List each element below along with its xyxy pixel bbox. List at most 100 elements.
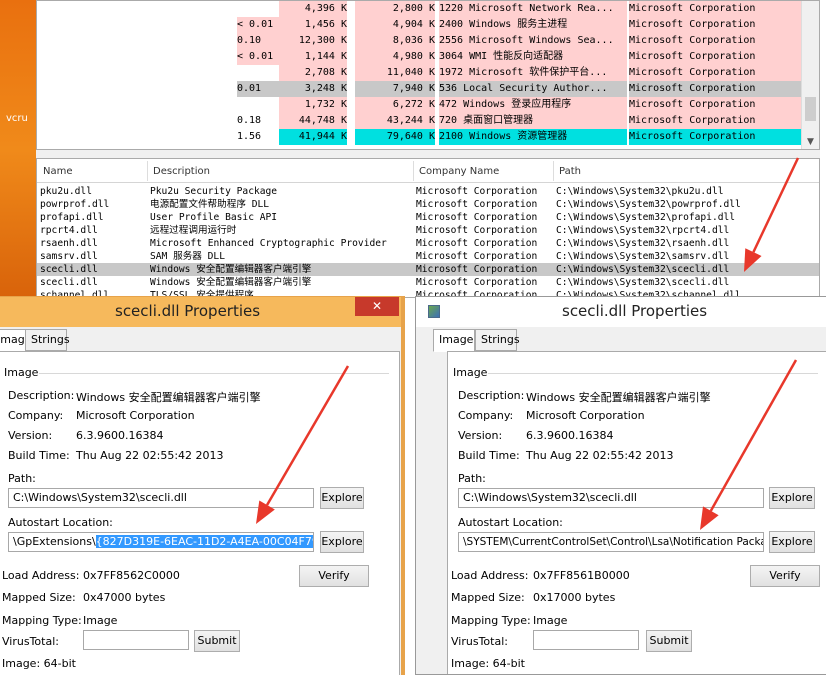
process-company: Microsoft Corporation [629,65,801,81]
column-header-name[interactable]: Name [43,166,73,177]
dll-row[interactable]: pku2u.dll Pku2u Security Package Microsoft… [37,185,819,198]
scrollbar-thumb[interactable] [805,97,816,121]
path-field[interactable]: C:\Windows\System32\scecli.dll [458,488,764,508]
process-row[interactable]: WmiApSrv.exe< 0.011,144 K4,980 K3064 WMI… [37,49,801,65]
column-header-path[interactable]: Path [559,166,581,177]
dll-company: Microsoft Corporation [416,251,538,262]
autostart-label: Autostart Location: [458,516,563,529]
dll-row[interactable]: scecli.dll Windows 安全配置编辑器客户端引擎 Microsoft … [37,276,819,289]
pane-splitter[interactable] [36,150,820,158]
process-row[interactable]: lsass.exe0.013,248 K7,940 K536 Local Sec… [37,81,801,97]
process-row[interactable]: sppsvc.exe2,708 K11,040 K1972 Microsoft … [37,65,801,81]
submit-button[interactable]: Submit [646,630,692,652]
column-header-description[interactable]: Description [153,166,210,177]
description-value: Windows 安全配置编辑器客户端引擎 [76,391,261,404]
process-working-set: 2,800 K [355,1,435,17]
properties-dialog-right: scecli.dll Properties Image Strings Imag… [415,296,826,675]
virustotal-field[interactable] [83,630,189,650]
description-label: Description: [8,389,75,402]
process-row[interactable]: SearchIndexer.exe0.1012,300 K8,036 K2556… [37,33,801,49]
dll-row[interactable]: powrprof.dll 电源配置文件帮助程序 DLL Microsoft Corp… [37,198,819,211]
autostart-field[interactable]: \SYSTEM\CurrentControlSet\Control\Lsa\No… [458,532,764,552]
column-header-company[interactable]: Company Name [419,166,499,177]
app-icon [428,305,440,318]
virustotal-label: VirusTotal: [2,635,59,648]
load-address-value: 0x7FF8561B0000 [533,569,630,582]
process-working-set: 43,244 K [355,113,435,129]
autostart-label: Autostart Location: [8,516,113,529]
explore-path-button[interactable]: Explore [769,487,815,509]
scroll-down-icon[interactable]: ▼ [807,137,814,147]
version-value: 6.3.9600.16384 [526,429,614,442]
dll-row[interactable]: samsrv.dll SAM 服务器 DLL Microsoft Corporati… [37,250,819,263]
process-pid-description: 2400 Windows 服务主进程 [439,17,627,33]
desktop-background [0,0,36,300]
process-working-set: 4,980 K [355,49,435,65]
verify-button[interactable]: Verify [299,565,369,587]
tab-strings[interactable]: Strings [475,329,520,351]
process-private-bytes: 1,456 K [279,17,347,33]
process-company: Microsoft Corporation [629,81,801,97]
tab-image[interactable]: Image [433,329,475,352]
dll-name: scecli.dll [40,264,98,275]
company-label: Company: [8,409,64,422]
process-row[interactable]: dwm.exe0.1844,748 K43,244 K720 桌面窗口管理器Mi… [37,113,801,129]
process-row[interactable]: NisSrv.exe4,396 K2,800 K1220 Microsoft N… [37,1,801,17]
dll-list-panel: Name Description Company Name Path pku2u… [36,158,820,298]
dll-path: C:\Windows\System32\rpcrt4.dll [556,225,730,236]
process-pid-description: 1220 Microsoft Network Rea... [439,1,627,17]
tab-strings[interactable]: Strings [25,329,70,351]
virustotal-field[interactable] [533,630,639,650]
autostart-field[interactable]: \GpExtensions\{827D319E-6EAC-11D2-A4EA-0… [8,532,314,552]
process-row[interactable]: −winlogon.exe1,732 K6,272 K472 Windows 登… [37,97,801,113]
dll-company: Microsoft Corporation [416,199,538,210]
close-button[interactable]: ✕ [355,297,399,316]
verify-button[interactable]: Verify [750,565,820,587]
dll-row[interactable]: scecli.dll Windows 安全配置编辑器客户端引擎 Microsoft … [37,263,819,276]
process-working-set: 11,040 K [355,65,435,81]
explore-autostart-button[interactable]: Explore [769,531,815,553]
dll-description: SAM 服务器 DLL [150,251,225,262]
explore-autostart-button[interactable]: Explore [320,531,364,553]
mapping-type-value: Image [533,614,568,627]
dll-row[interactable]: rpcrt4.dll 远程过程调用运行时 Microsoft Corporation… [37,224,819,237]
explore-path-button[interactable]: Explore [320,487,364,509]
version-label: Version: [8,429,53,442]
process-cpu: < 0.01 [237,17,279,33]
process-cpu: 1.56 [237,129,279,145]
process-cpu: 0.01 [237,81,279,97]
dll-row[interactable]: rsaenh.dll Microsoft Enhanced Cryptograph… [37,237,819,250]
mapped-size-value: 0x47000 bytes [83,591,166,604]
dialog-titlebar[interactable]: scecli.dll Properties ✕ [0,297,401,327]
company-value: Microsoft Corporation [76,409,195,422]
version-label: Version: [458,429,503,442]
process-private-bytes: 1,144 K [279,49,347,65]
process-pid-description: 1972 Microsoft 软件保护平台... [439,65,627,81]
process-company: Microsoft Corporation [629,17,801,33]
mapped-size-label: Mapped Size: [2,591,76,604]
mapping-type-label: Mapping Type: [2,614,82,627]
autostart-prefix: \GpExtensions\ [13,535,96,548]
build-time-label: Build Time: [8,449,70,462]
dll-company: Microsoft Corporation [416,186,538,197]
process-scrollbar[interactable]: ▼ [801,1,819,149]
load-address-label: Load Address: [451,569,529,582]
company-value: Microsoft Corporation [526,409,645,422]
image-bits-label: Image: 64-bit [451,657,525,670]
submit-button[interactable]: Submit [194,630,240,652]
dll-row[interactable]: profapi.dll User Profile Basic API Microso… [37,211,819,224]
dialog-title: scecli.dll Properties [562,302,708,320]
path-label: Path: [458,472,486,485]
process-row[interactable]: svchost.exe< 0.011,456 K4,904 K2400 Wind… [37,17,801,33]
process-row[interactable]: −explorer.exe1.5641,944 K79,640 K2100 Wi… [37,129,801,145]
version-value: 6.3.9600.16384 [76,429,164,442]
process-private-bytes: 12,300 K [279,33,347,49]
image-group-title: Image [453,366,488,379]
dll-path: C:\Windows\System32\samsrv.dll [556,251,730,262]
process-company: Microsoft Corporation [629,129,801,145]
dialog-titlebar[interactable]: scecli.dll Properties [416,297,826,327]
dialog-title: scecli.dll Properties [115,302,261,320]
dll-company: Microsoft Corporation [416,238,538,249]
path-field[interactable]: C:\Windows\System32\scecli.dll [8,488,314,508]
mapping-type-value: Image [83,614,118,627]
